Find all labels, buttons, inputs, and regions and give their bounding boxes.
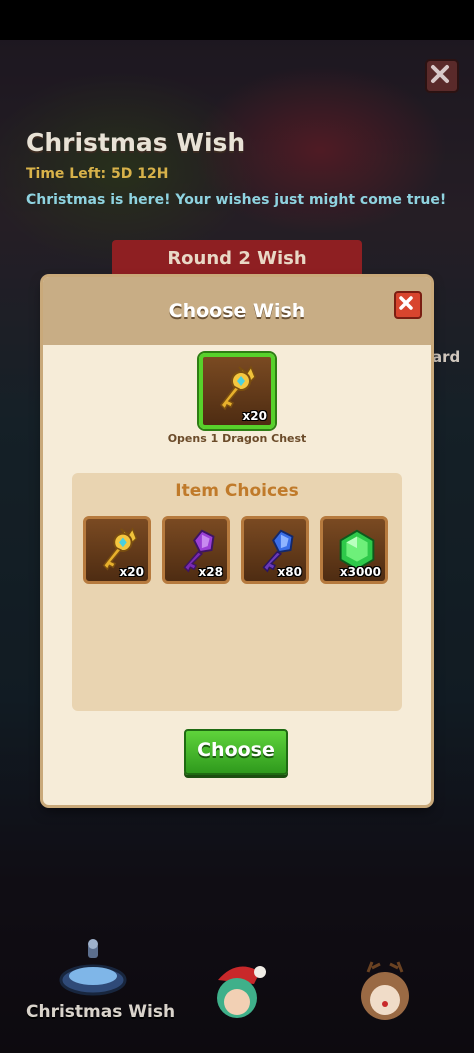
nav-label-christmas-wish[interactable]: Christmas Wish	[26, 1002, 175, 1022]
selected-item-quantity: x20	[242, 409, 267, 423]
choose-button[interactable]: Choose	[184, 729, 288, 775]
item-choices-title: Item Choices	[175, 481, 299, 501]
event-close-button[interactable]	[425, 59, 459, 93]
close-icon	[399, 296, 413, 310]
round-banner-label: Round 2 Wish	[167, 248, 307, 269]
event-title: Christmas Wish	[26, 128, 246, 157]
event-description: Christmas is here! Your wishes just migh…	[26, 192, 447, 208]
elf-hero-nav-icon[interactable]	[204, 958, 270, 1028]
selected-wish-item: x20	[199, 353, 275, 429]
close-icon	[431, 65, 449, 83]
christmas-wish-nav-icon[interactable]	[58, 938, 128, 1004]
item-choices-panel: Item Choices x20 x28 x80 x3000	[72, 473, 402, 711]
event-time-left: Time Left: 5D 12H	[26, 166, 169, 182]
reward-label-partial: ard	[432, 348, 461, 366]
choose-button-label: Choose	[197, 739, 275, 761]
dialog-title: Choose Wish	[168, 300, 306, 322]
elf-avatar-icon	[217, 966, 266, 1018]
reindeer-avatar-icon	[361, 961, 409, 1020]
item-choice-green-gem[interactable]: x3000	[320, 516, 388, 584]
dialog-header: Choose Wish	[43, 277, 431, 345]
item-choice-blue-key[interactable]: x80	[241, 516, 309, 584]
item-choice-quantity: x3000	[339, 565, 381, 579]
wishing-well-icon	[59, 939, 127, 996]
dialog-close-button[interactable]	[394, 291, 422, 319]
choose-wish-dialog: Choose Wish x20 Opens 1 Dragon Chest Ite…	[43, 277, 431, 805]
item-choice-quantity: x28	[198, 565, 223, 579]
item-choice-purple-key[interactable]: x28	[162, 516, 230, 584]
item-choice-quantity: x20	[119, 565, 144, 579]
status-bar	[0, 0, 474, 40]
item-choice-quantity: x80	[277, 565, 302, 579]
reindeer-hero-nav-icon[interactable]	[350, 958, 420, 1032]
round-banner: Round 2 Wish	[112, 240, 362, 282]
item-choice-gold-key[interactable]: x20	[83, 516, 151, 584]
selected-item-caption: Opens 1 Dragon Chest	[167, 432, 307, 445]
